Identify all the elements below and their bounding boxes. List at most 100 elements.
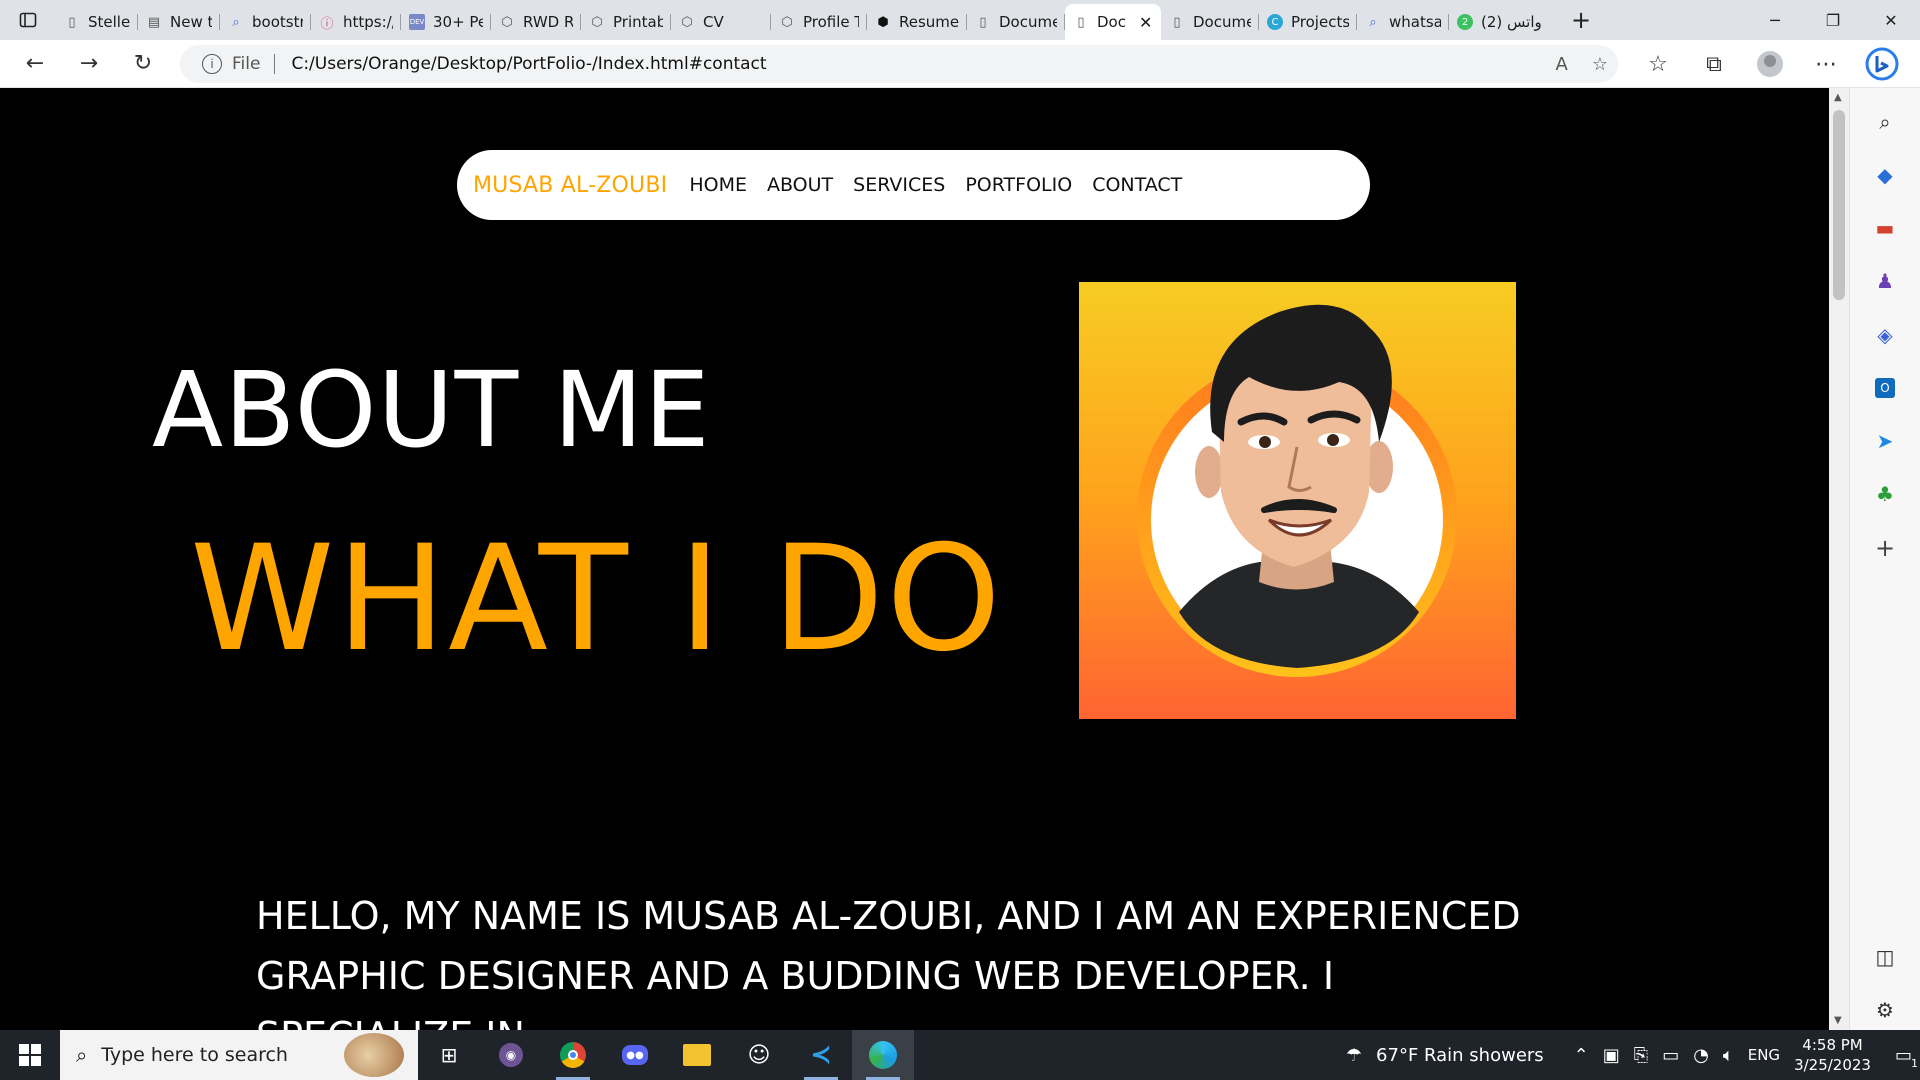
browser-tab[interactable]: ⌕whatsap: [1357, 5, 1449, 39]
codepen-icon: ⬡: [681, 14, 693, 30]
browser-tab[interactable]: ⌕bootstra: [220, 5, 311, 39]
browser-tab[interactable]: 2 (2) واتس: [1449, 5, 1561, 39]
sidebar-add-button[interactable]: +: [1865, 528, 1905, 567]
task-view-button[interactable]: ⊞: [418, 1030, 480, 1080]
tree-icon: ♣: [1876, 482, 1894, 507]
browser-tab-active[interactable]: ▯ Doc ✕: [1065, 4, 1161, 40]
sidebar-split-button[interactable]: ◫: [1865, 937, 1905, 976]
page-icon: ▯: [1173, 14, 1181, 30]
refresh-icon: ↻: [133, 51, 153, 76]
nav-link-about[interactable]: ABOUT: [767, 174, 833, 196]
weather-text[interactable]: 67°F Rain showers: [1376, 1045, 1544, 1066]
minimize-button[interactable]: ─: [1746, 0, 1804, 40]
browser-tab[interactable]: ⬡RWD Re: [491, 5, 581, 39]
edge-app[interactable]: [852, 1030, 914, 1080]
nav-link-contact[interactable]: CONTACT: [1092, 174, 1182, 196]
weather-icon[interactable]: ☂: [1346, 1045, 1362, 1066]
volume-icon[interactable]: 🔈︎: [1723, 1045, 1734, 1066]
discord-icon: ●●: [622, 1045, 648, 1065]
browser-tab[interactable]: ⬡ CV: [671, 5, 771, 39]
browser-tab[interactable]: ⓘ https://: [311, 5, 401, 39]
clock[interactable]: 4:58 PM 3/25/2023: [1794, 1035, 1871, 1075]
browser-tab[interactable]: ▯ Docume: [967, 5, 1065, 39]
meet-icon[interactable]: ▣: [1603, 1045, 1620, 1066]
file-explorer-app[interactable]: [666, 1030, 728, 1080]
browser-tab[interactable]: ⬡ Profile T: [771, 5, 867, 39]
arrow-left-icon: ←: [25, 51, 45, 76]
chrome-app[interactable]: [542, 1030, 604, 1080]
sidebar-shopping-button[interactable]: ◆: [1865, 155, 1905, 194]
browser-tab[interactable]: ▯ Docume: [1161, 5, 1259, 39]
sidebar-tools-button[interactable]: ▬: [1865, 209, 1905, 248]
profile-button[interactable]: [1742, 40, 1798, 88]
nav-link-services[interactable]: SERVICES: [853, 174, 945, 196]
refresh-button[interactable]: ↻: [116, 40, 170, 88]
arrow-right-icon: →: [79, 51, 99, 76]
settings-icon: ⚙: [1876, 998, 1894, 1023]
notification-count: 1: [1911, 1056, 1918, 1070]
wifi-icon[interactable]: ◔: [1693, 1045, 1709, 1066]
page-icon: ▯: [979, 14, 987, 30]
sidebar-tree-button[interactable]: ♣: [1865, 475, 1905, 514]
search-icon: ⌕: [76, 1043, 88, 1067]
chevron-up-icon[interactable]: ⌃: [1574, 1045, 1589, 1066]
more-icon: ⋯: [1815, 51, 1837, 77]
whatsapp-icon: 2: [1457, 14, 1473, 30]
edge-sidebar: ⌕ ◆ ▬ ♟ ◈ O ➤ ♣ + ◫ ⚙: [1849, 88, 1920, 1030]
notification-icon[interactable]: ▭ 1: [1895, 1045, 1918, 1070]
codepen-icon: ⬢: [877, 14, 889, 30]
back-button[interactable]: ←: [8, 40, 62, 88]
browser-tab[interactable]: C Projects: [1259, 5, 1357, 39]
sidebar-settings-button[interactable]: ⚙: [1865, 991, 1905, 1030]
restore-button[interactable]: ❐: [1804, 0, 1862, 40]
browser-tab[interactable]: DEV30+ Per: [401, 5, 491, 39]
sidebar-office-button[interactable]: ◈: [1865, 315, 1905, 354]
language-indicator[interactable]: ENG: [1748, 1046, 1780, 1064]
browser-tab[interactable]: ▯Steller L: [56, 5, 138, 39]
nav-link-portfolio[interactable]: PORTFOLIO: [965, 174, 1072, 196]
site-brand[interactable]: MUSAB AL-ZOUBI: [473, 173, 667, 198]
browser-tab[interactable]: ⬡Printabl: [581, 5, 671, 39]
start-button[interactable]: [0, 1030, 60, 1080]
read-aloud-icon[interactable]: A: [1556, 54, 1568, 75]
edge-icon: [869, 1041, 897, 1069]
favorites-button[interactable]: ☆: [1630, 40, 1686, 88]
address-bar-actions: A ☆: [1556, 54, 1608, 75]
bing-icon: [1865, 47, 1899, 81]
search-icon: ⌕: [1369, 14, 1377, 30]
usb-icon[interactable]: ⎘: [1634, 1045, 1648, 1066]
page-scrollbar[interactable]: ▲ ▼: [1829, 88, 1849, 1030]
close-tab-icon[interactable]: ✕: [1139, 13, 1152, 32]
sidebar-outlook-button[interactable]: O: [1865, 368, 1905, 407]
codepen-icon: ⬡: [591, 14, 603, 30]
discord-app[interactable]: ●●: [604, 1030, 666, 1080]
tag-icon: ◆: [1877, 162, 1893, 187]
scheme-label: File: [232, 54, 261, 74]
sidebar-send-button[interactable]: ➤: [1865, 422, 1905, 461]
sidebar-games-button[interactable]: ♟: [1865, 262, 1905, 301]
forward-button[interactable]: →: [62, 40, 116, 88]
scroll-down-icon[interactable]: ▼: [1834, 1015, 1842, 1026]
new-tab-button[interactable]: +: [1561, 0, 1601, 40]
vscode-app[interactable]: ≺: [790, 1030, 852, 1080]
emoji-app[interactable]: ☺: [728, 1030, 790, 1080]
info-icon[interactable]: i: [202, 54, 222, 74]
scroll-up-icon[interactable]: ▲: [1834, 92, 1842, 103]
site-navbar: MUSAB AL-ZOUBI HOME ABOUT SERVICES PORTF…: [457, 150, 1370, 220]
nav-link-home[interactable]: HOME: [689, 174, 747, 196]
close-window-button[interactable]: ✕: [1862, 0, 1920, 40]
taskbar-search-box[interactable]: ⌕ Type here to search: [60, 1030, 418, 1080]
browser-tab[interactable]: ▤New tab: [138, 5, 220, 39]
add-favorite-icon[interactable]: ☆: [1592, 54, 1608, 75]
url-text[interactable]: C:/Users/Orange/Desktop/PortFolio-/Index…: [291, 54, 766, 74]
sidebar-search-button[interactable]: ⌕: [1865, 102, 1905, 141]
collections-button[interactable]: ⧉: [1686, 40, 1742, 88]
scroll-thumb[interactable]: [1833, 110, 1845, 300]
tab-actions-button[interactable]: [0, 0, 56, 40]
more-menu-button[interactable]: ⋯: [1798, 40, 1854, 88]
bing-chat-button[interactable]: [1862, 44, 1902, 84]
address-bar[interactable]: i File C:/Users/Orange/Desktop/PortFolio…: [180, 45, 1618, 83]
browser-tab[interactable]: ⬢ Resume: [867, 5, 967, 39]
battery-icon[interactable]: ▭: [1662, 1045, 1679, 1066]
github-app[interactable]: ◉: [480, 1030, 542, 1080]
